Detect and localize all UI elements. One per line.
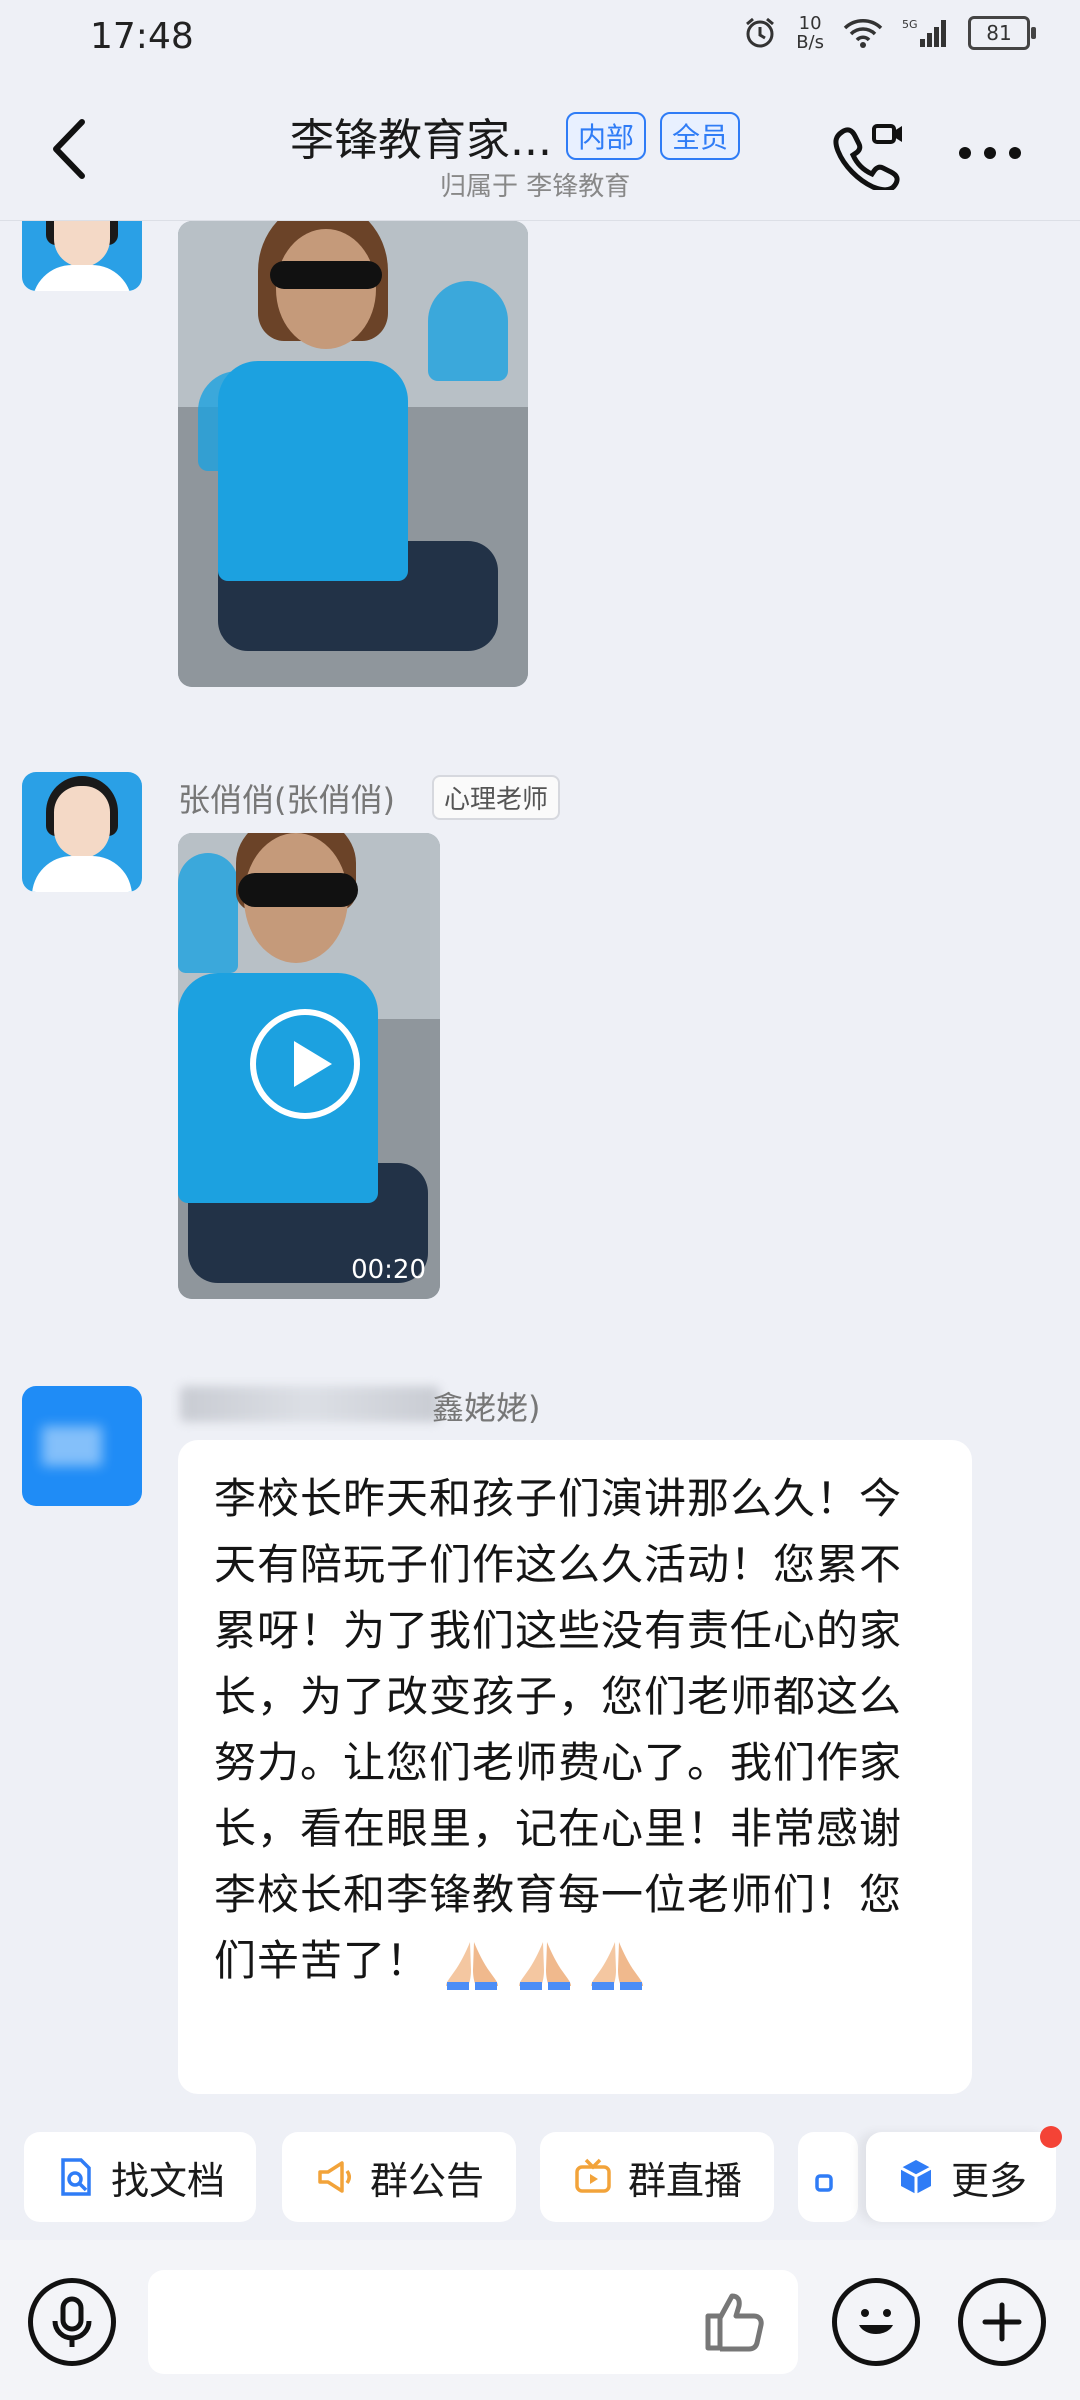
group-title: 李锋教育家... <box>290 115 552 166</box>
sender-name-redacted <box>180 1386 440 1422</box>
sender-name: 张俏俏(张俏俏) <box>178 781 395 819</box>
avatar[interactable] <box>22 221 142 291</box>
video-thumbnail[interactable]: 00:20 <box>178 833 440 1299</box>
group-owner-subtitle: 归属于 李锋教育 <box>440 172 631 202</box>
chat-header: 李锋教育家... 内部 全员 归属于 李锋教育 <box>0 80 1080 221</box>
cube-icon <box>900 2160 932 2194</box>
plus-icon <box>982 2302 1022 2342</box>
group-live-button[interactable]: 群直播 <box>540 2132 774 2222</box>
more-options-icon[interactable] <box>955 138 1025 168</box>
battery-icon: 81 <box>968 16 1036 50</box>
add-button[interactable] <box>958 2278 1046 2366</box>
message-input[interactable] <box>148 2270 798 2374</box>
praying-hands-icon <box>591 1941 644 1990</box>
call-video-icon[interactable] <box>830 120 910 190</box>
back-arrow-icon[interactable] <box>40 114 100 184</box>
svg-text:5G: 5G <box>902 18 918 31</box>
sender-role-badge: 心理老师 <box>432 775 561 820</box>
message-text: 李校长昨天和孩子们演讲那么久！今天有陪玩子们作这么久活动！您累不累呀！为了我们这… <box>214 1466 936 1994</box>
group-announcement-button[interactable]: 群公告 <box>282 2132 516 2222</box>
more-actions-button[interactable]: 更多 <box>866 2126 1062 2222</box>
thumbs-up-icon[interactable] <box>702 2288 768 2354</box>
chat-area: 张俏俏(张俏俏) 心理老师 00:20 鑫姥姥) 李校长昨天和孩子们演讲那么久！… <box>0 221 1080 2121</box>
smiley-icon <box>859 2309 893 2334</box>
microphone-icon <box>52 2296 92 2347</box>
tag-internal: 内部 <box>565 112 646 160</box>
quick-actions-bar: 找文档 群公告 群直播 更多 <box>0 2126 1080 2224</box>
message-bubble[interactable]: 李校长昨天和孩子们演讲那么久！今天有陪玩子们作这么久活动！您累不累呀！为了我们这… <box>178 1440 972 2094</box>
status-icons: 10 B/s 5G 81 <box>742 13 1036 53</box>
tag-all-members: 全员 <box>659 112 740 160</box>
signal-icon: 5G <box>902 18 946 47</box>
praying-hands-icon <box>518 1941 571 1990</box>
app-icon <box>815 2174 833 2192</box>
wifi-icon <box>843 19 883 48</box>
network-speed: 10 B/s <box>796 13 824 53</box>
message-input-bar <box>0 2240 1080 2400</box>
title-row[interactable]: 李锋教育家... 内部 全员 <box>290 104 740 168</box>
alarm-icon <box>746 17 775 48</box>
status-bar: 17:48 10 B/s 5G 81 <box>0 0 1080 80</box>
notification-dot <box>1040 2126 1062 2148</box>
voice-input-button[interactable] <box>28 2278 116 2366</box>
find-document-button[interactable]: 找文档 <box>24 2132 256 2222</box>
sender-name: 鑫姥姥) <box>432 1389 541 1427</box>
avatar[interactable] <box>22 772 142 892</box>
megaphone-icon <box>318 2161 351 2193</box>
shared-image[interactable] <box>178 221 528 687</box>
avatar[interactable] <box>22 1386 142 1506</box>
status-time: 17:48 <box>90 16 194 57</box>
live-tv-icon <box>575 2158 611 2193</box>
praying-hands-icon <box>446 1941 499 1990</box>
doc-search-icon <box>61 2158 91 2196</box>
play-icon[interactable] <box>250 1009 360 1119</box>
quick-action-partial[interactable] <box>798 2132 858 2222</box>
emoji-button[interactable] <box>832 2278 920 2366</box>
video-duration: 00:20 <box>351 1255 426 1285</box>
